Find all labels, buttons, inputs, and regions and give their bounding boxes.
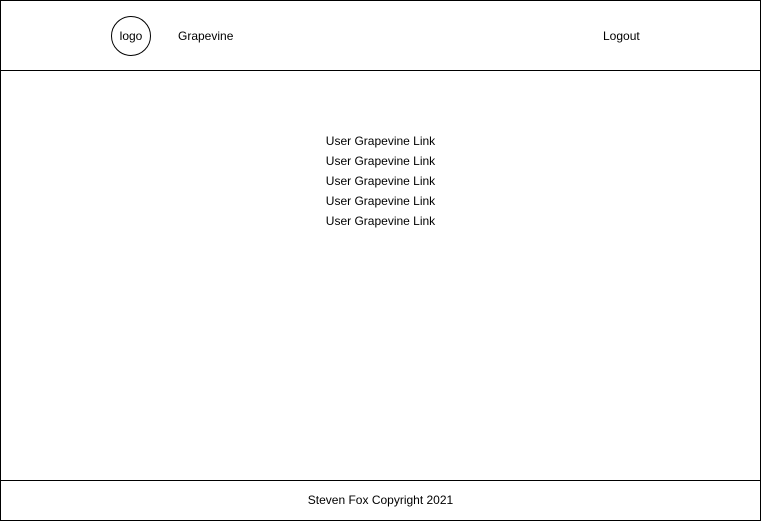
footer-bar: Steven Fox Copyright 2021 bbox=[0, 480, 761, 521]
list-item: User Grapevine Link bbox=[0, 153, 761, 173]
main-content: User Grapevine Link User Grapevine Link … bbox=[0, 71, 761, 480]
list-item: User Grapevine Link bbox=[0, 213, 761, 233]
logout-link[interactable]: Logout bbox=[603, 29, 640, 43]
copyright-text: Steven Fox Copyright 2021 bbox=[307, 493, 454, 507]
logo-label: logo bbox=[119, 29, 143, 43]
grapevine-link[interactable]: User Grapevine Link bbox=[326, 194, 435, 208]
grapevine-link[interactable]: User Grapevine Link bbox=[326, 154, 435, 168]
header-bar: logo Grapevine Logout bbox=[0, 0, 761, 71]
list-item: User Grapevine Link bbox=[0, 133, 761, 153]
grapevine-link-list: User Grapevine Link User Grapevine Link … bbox=[0, 133, 761, 233]
grapevine-link[interactable]: User Grapevine Link bbox=[326, 214, 435, 228]
grapevine-link[interactable]: User Grapevine Link bbox=[326, 134, 435, 148]
list-item: User Grapevine Link bbox=[0, 193, 761, 213]
logo[interactable]: logo bbox=[111, 16, 151, 56]
list-item: User Grapevine Link bbox=[0, 173, 761, 193]
grapevine-link[interactable]: User Grapevine Link bbox=[326, 174, 435, 188]
brand-name: Grapevine bbox=[178, 29, 234, 43]
